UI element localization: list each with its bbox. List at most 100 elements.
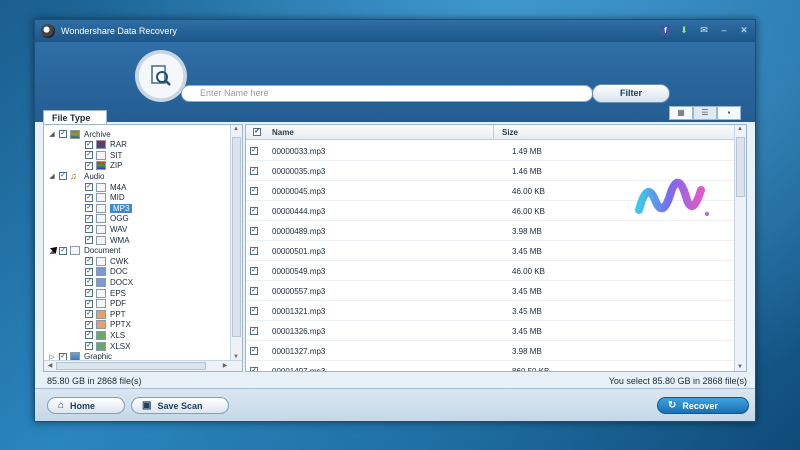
tree-checkbox[interactable]: ✓ <box>85 267 93 276</box>
scroll-right-icon[interactable]: ▶ <box>220 362 230 369</box>
row-checkbox[interactable]: ✓ <box>250 367 258 371</box>
tree-checkbox[interactable]: ✓ <box>85 183 93 191</box>
table-row[interactable]: ✓ 00001497.mp3 860.50 KB <box>246 361 734 371</box>
tree-checkbox[interactable]: ✓ <box>85 151 93 160</box>
tree-item-pptx[interactable]: ✓ PPTX <box>74 320 131 330</box>
tree-checkbox[interactable]: ✓ <box>85 257 93 266</box>
row-checkbox[interactable]: ✓ <box>250 307 258 315</box>
tree-item-cwk[interactable]: ✓ CWK <box>74 256 129 266</box>
table-row[interactable]: ✓ 00000549.mp3 46.00 KB <box>246 261 734 281</box>
tree-checkbox[interactable]: ✓ <box>85 225 93 234</box>
tree-checkbox[interactable]: ✓ <box>85 310 93 319</box>
tree-item-docx[interactable]: ✓ DOCX <box>74 277 133 287</box>
scroll-down-icon[interactable]: ▼ <box>735 364 745 370</box>
tree-checkbox[interactable]: ✓ <box>85 320 93 329</box>
table-row[interactable]: ✓ 00001326.mp3 3.45 MB <box>246 321 734 341</box>
tree-item-rar[interactable]: ✓ RAR <box>74 140 127 150</box>
tree-checkbox[interactable]: ✓ <box>85 342 93 350</box>
filter-button[interactable]: Filter <box>592 84 670 103</box>
column-header-name[interactable]: Name <box>272 128 294 137</box>
tree-checkbox[interactable]: ✓ <box>85 331 93 340</box>
list-view-icon[interactable]: ▪ <box>717 106 741 120</box>
tree-item-mp3[interactable]: ✓ MP3 <box>74 203 133 213</box>
recover-button-label: Recover <box>682 400 718 411</box>
tree-item-wma[interactable]: ✓ WMA <box>74 235 130 245</box>
row-checkbox[interactable]: ✓ <box>250 167 258 175</box>
home-button[interactable]: ⌂ Home <box>47 397 125 414</box>
row-checkbox[interactable]: ✓ <box>250 327 258 335</box>
tree-item-xls[interactable]: ✓ XLS <box>74 330 125 340</box>
view-mode-toggles: ▦ ☰ ▪ <box>669 106 741 120</box>
row-checkbox[interactable]: ✓ <box>250 207 258 215</box>
scroll-up-icon[interactable]: ▲ <box>735 126 745 132</box>
save-scan-button[interactable]: ▣ Save Scan <box>131 397 229 414</box>
tree-item-zip[interactable]: ✓ ZIP <box>74 161 122 171</box>
tree-item-xlsx[interactable]: ✓ XLSX <box>74 341 130 351</box>
minimize-button[interactable]: – <box>717 23 731 37</box>
tree-checkbox[interactable]: ✓ <box>59 172 67 181</box>
tree-checkbox[interactable]: ✓ <box>85 161 93 170</box>
file-size: 3.45 MB <box>512 287 542 296</box>
row-checkbox[interactable]: ✓ <box>250 187 258 195</box>
table-row[interactable]: ✓ 00000033.mp3 1.49 MB <box>246 141 734 161</box>
tree-item-wav[interactable]: ✓ WAV <box>74 224 127 234</box>
tree-checkbox[interactable]: ✓ <box>59 246 67 255</box>
column-divider[interactable] <box>493 125 494 140</box>
table-row[interactable]: ✓ 00000557.mp3 3.45 MB <box>246 281 734 301</box>
music-note-icon: ♫ <box>70 171 80 181</box>
select-all-checkbox[interactable]: ✓ <box>253 128 261 136</box>
tree-item-mid[interactable]: ✓ MID <box>74 193 125 203</box>
tree-hscroll-thumb[interactable] <box>56 362 206 370</box>
expand-toggle-icon[interactable]: ◢ <box>48 130 56 138</box>
tree-checkbox[interactable]: ✓ <box>85 236 93 244</box>
table-row[interactable]: ✓ 00001327.mp3 3.98 MB <box>246 341 734 361</box>
scroll-up-icon[interactable]: ▲ <box>231 126 241 132</box>
tree-item-label: M4A <box>110 182 127 192</box>
row-checkbox[interactable]: ✓ <box>250 287 258 295</box>
column-header-size[interactable]: Size <box>502 128 518 137</box>
tree-checkbox[interactable]: ✓ <box>85 289 93 297</box>
tree-item-doc[interactable]: ✓ DOC <box>74 267 128 277</box>
tree-item-eps[interactable]: ✓ EPS <box>74 288 126 298</box>
close-button[interactable]: ✕ <box>737 23 751 37</box>
thumbnail-view-icon[interactable]: ▦ <box>669 106 693 120</box>
tree-item-sit[interactable]: ✓ SIT <box>74 150 122 160</box>
tree-item-audio[interactable]: ◢ ✓ ♫ Audio <box>48 171 104 181</box>
tree-scroll-thumb[interactable] <box>232 137 241 337</box>
row-checkbox[interactable]: ✓ <box>250 347 258 355</box>
tree-item-archive[interactable]: ◢ ✓ Archive <box>48 129 111 139</box>
tree-checkbox[interactable]: ✓ <box>85 204 93 213</box>
file-size: 1.46 MB <box>512 167 542 176</box>
table-row[interactable]: ✓ 00001321.mp3 3.45 MB <box>246 301 734 321</box>
tree-checkbox[interactable]: ✓ <box>85 214 93 223</box>
scroll-left-icon[interactable]: ◀ <box>45 362 55 369</box>
tree-checkbox[interactable]: ✓ <box>85 193 93 202</box>
row-checkbox[interactable]: ✓ <box>250 147 258 155</box>
feedback-icon[interactable]: ✉ <box>697 23 711 37</box>
table-row[interactable]: ✓ 00000501.mp3 3.45 MB <box>246 241 734 261</box>
download-icon[interactable]: ⬇ <box>677 23 691 37</box>
row-checkbox[interactable]: ✓ <box>250 247 258 255</box>
tree-checkbox[interactable]: ✓ <box>85 278 93 287</box>
row-checkbox[interactable]: ✓ <box>250 227 258 235</box>
details-view-icon[interactable]: ☰ <box>693 106 717 120</box>
tree-item-ogg[interactable]: ✓ OGG <box>74 214 129 224</box>
list-scroll-thumb[interactable] <box>736 137 745 197</box>
search-input[interactable]: Enter Name here <box>181 85 593 102</box>
tree-vertical-scrollbar[interactable]: ▲ ▼ <box>230 125 242 361</box>
facebook-icon[interactable]: f <box>660 24 671 36</box>
tree-item-m4a[interactable]: ✓ M4A <box>74 182 126 192</box>
tree-checkbox[interactable]: ✓ <box>59 130 67 138</box>
expand-toggle-icon[interactable]: ◢ <box>48 172 56 180</box>
tree-horizontal-scrollbar[interactable]: ◀ ▶ <box>44 360 242 371</box>
tab-file-type[interactable]: File Type <box>43 110 107 124</box>
list-vertical-scrollbar[interactable]: ▲ ▼ <box>734 125 746 371</box>
file-size: 46.00 KB <box>512 207 545 216</box>
tree-item-ppt[interactable]: ✓ PPT <box>74 309 126 319</box>
row-checkbox[interactable]: ✓ <box>250 267 258 275</box>
ppt-icon <box>96 320 106 330</box>
tree-checkbox[interactable]: ✓ <box>85 140 93 149</box>
tree-item-pdf[interactable]: ✓ PDF <box>74 299 126 309</box>
recover-button[interactable]: ↻ Recover <box>657 397 749 414</box>
tree-checkbox[interactable]: ✓ <box>85 299 93 308</box>
